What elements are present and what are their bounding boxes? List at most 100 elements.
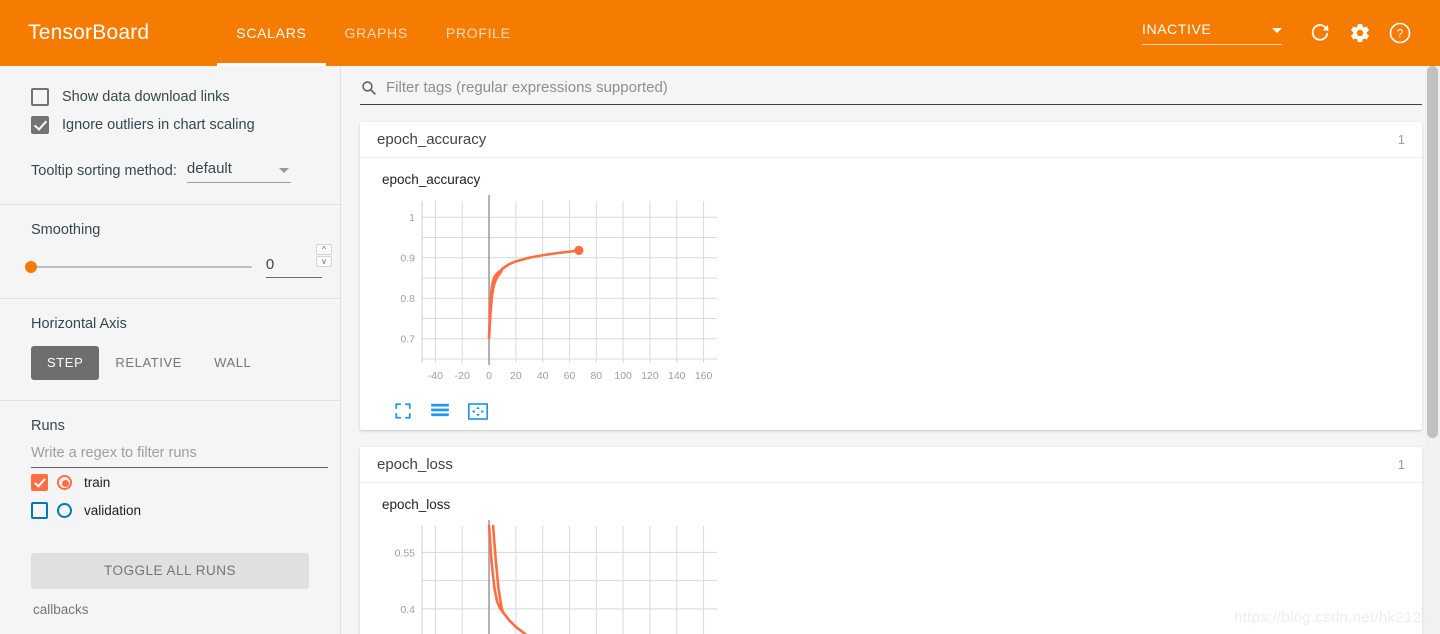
run-checkbox-unchecked-icon[interactable] [31, 501, 48, 519]
stepper-down-icon[interactable]: v [316, 256, 332, 267]
expand-chart-icon[interactable] [394, 402, 412, 420]
runs-filter-input[interactable]: Write a regex to filter runs [31, 444, 328, 468]
svg-text:160: 160 [695, 370, 713, 382]
stepper-up-icon[interactable]: ^ [316, 244, 332, 255]
runs-filter-placeholder: Write a regex to filter runs [31, 445, 197, 461]
card-body-epoch-accuracy: epoch_accuracy 0.7 0.8 0.9 1 -40 -20 0 20 40 60 80… [360, 158, 1422, 430]
display-options-group: Show data download links Ignore outliers… [0, 83, 340, 183]
run-label: validation [84, 502, 142, 518]
app-brand-title: TensorBoard [28, 21, 150, 44]
quantity-stepper: ^ v [316, 244, 332, 267]
toggle-all-runs-button[interactable]: TOGGLE ALL RUNS [31, 553, 309, 589]
checkbox-label: Show data download links [62, 89, 230, 105]
smoothing-group: Smoothing 0 ^ v [0, 205, 340, 278]
main-content: Filter tags (regular expressions support… [342, 66, 1440, 634]
run-color-dot-icon [57, 502, 72, 518]
gear-icon [1349, 22, 1371, 44]
runs-group: Runs Write a regex to filter runs train … [0, 401, 340, 617]
settings-button[interactable] [1340, 13, 1380, 53]
reload-status-value: INACTIVE [1142, 21, 1212, 37]
smoothing-slider-knob[interactable] [25, 261, 37, 273]
run-item-train[interactable]: train [31, 468, 322, 496]
tab-graphs[interactable]: GRAPHS [326, 0, 427, 66]
help-button[interactable]: ? [1380, 13, 1420, 53]
left-sidebar: Show data download links Ignore outliers… [0, 66, 341, 634]
smoothing-slider[interactable] [25, 261, 252, 273]
fit-domain-icon[interactable] [468, 402, 488, 420]
axis-option-step[interactable]: STEP [31, 346, 100, 380]
card-count-badge: 1 [1397, 457, 1405, 472]
scrollbar-thumb[interactable] [1427, 66, 1438, 438]
tooltip-sorting-label: Tooltip sorting method: [31, 163, 177, 179]
checkbox-show-data-download-links[interactable]: Show data download links [31, 83, 322, 111]
card-header-epoch-accuracy[interactable]: epoch_accuracy 1 [360, 122, 1422, 158]
runs-footer-label: callbacks [33, 602, 89, 617]
svg-text:?: ? [1397, 29, 1403, 41]
chart-title: epoch_loss [382, 497, 451, 512]
svg-text:120: 120 [641, 370, 659, 382]
svg-text:-40: -40 [428, 370, 443, 382]
card-body-epoch-loss: epoch_loss 0.250.40.55 [360, 483, 1422, 634]
smoothing-value: 0 [265, 256, 275, 273]
line-chart-epoch-accuracy[interactable]: 0.7 0.8 0.9 1 -40 -20 0 20 40 60 80 100 120 140 160 [380, 191, 720, 391]
checkbox-box-unchecked-icon [31, 88, 49, 106]
card-title: epoch_accuracy [377, 131, 487, 148]
svg-text:20: 20 [510, 370, 522, 382]
svg-text:80: 80 [590, 370, 602, 382]
tab-scalars[interactable]: SCALARS [217, 0, 326, 66]
refresh-button[interactable] [1300, 13, 1340, 53]
svg-text:0.55: 0.55 [395, 547, 416, 559]
help-icon: ? [1388, 21, 1412, 45]
chart-title: epoch_accuracy [382, 172, 481, 187]
tag-filter-placeholder: Filter tags (regular expressions support… [386, 79, 668, 96]
svg-text:40: 40 [537, 370, 549, 382]
axis-option-relative[interactable]: RELATIVE [99, 346, 198, 380]
chevron-down-icon [1272, 28, 1282, 33]
runs-title: Runs [31, 418, 65, 434]
svg-text:100: 100 [614, 370, 632, 382]
run-color-dot-icon [57, 474, 72, 490]
card-count-badge: 1 [1397, 132, 1405, 147]
card-epoch-accuracy: epoch_accuracy 1 epoch_accuracy 0.7 0.8 0.… [360, 122, 1422, 430]
tooltip-sorting-select[interactable]: default [186, 160, 291, 183]
smoothing-row: 0 ^ v [25, 244, 332, 278]
svg-text:0.9: 0.9 [400, 253, 415, 265]
tag-filter-bar[interactable]: Filter tags (regular expressions support… [360, 79, 1422, 105]
reload-status-select[interactable]: INACTIVE [1142, 21, 1282, 45]
line-chart-epoch-loss[interactable]: 0.250.40.55 [380, 516, 720, 634]
toggle-series-icon[interactable] [430, 403, 450, 419]
tab-profile[interactable]: PROFILE [427, 0, 530, 66]
checkbox-ignore-outliers[interactable]: Ignore outliers in chart scaling [31, 111, 322, 139]
svg-text:0: 0 [486, 370, 492, 382]
run-label: train [84, 474, 111, 490]
tooltip-sorting-row: Tooltip sorting method: default [31, 160, 322, 183]
svg-text:-20: -20 [455, 370, 470, 382]
smoothing-number-field[interactable]: 0 ^ v [265, 244, 332, 278]
chart-toolbar-epoch-accuracy [380, 396, 1422, 430]
card-title: epoch_loss [377, 456, 453, 473]
svg-text:0.8: 0.8 [400, 293, 415, 305]
svg-text:0.4: 0.4 [400, 604, 415, 616]
tooltip-sorting-value: default [186, 160, 232, 177]
header-actions: INACTIVE ? [1142, 0, 1440, 66]
top-app-bar: TensorBoard SCALARS GRAPHS PROFILE INACT… [0, 0, 1440, 66]
checkbox-box-checked-icon [31, 116, 49, 134]
smoothing-title: Smoothing [31, 222, 101, 238]
svg-text:140: 140 [668, 370, 686, 382]
axis-option-wall[interactable]: WALL [198, 346, 267, 380]
svg-text:0.7: 0.7 [400, 334, 415, 346]
horizontal-axis-buttons: STEP RELATIVE WALL [31, 346, 322, 380]
search-icon [360, 79, 377, 96]
checkbox-label: Ignore outliers in chart scaling [62, 117, 255, 133]
page-scrollbar[interactable] [1425, 66, 1440, 634]
chevron-down-icon [278, 168, 289, 173]
card-header-epoch-loss[interactable]: epoch_loss 1 [360, 447, 1422, 483]
refresh-icon [1309, 22, 1331, 44]
horizontal-axis-group: Horizontal Axis STEP RELATIVE WALL [0, 299, 340, 380]
run-checkbox-checked-icon[interactable] [31, 473, 48, 491]
horizontal-axis-title: Horizontal Axis [31, 316, 127, 332]
svg-text:1: 1 [409, 212, 415, 224]
main-tabs: SCALARS GRAPHS PROFILE [217, 0, 529, 66]
run-item-validation[interactable]: validation [31, 496, 322, 524]
card-epoch-loss: epoch_loss 1 epoch_loss 0.250.40.55 [360, 447, 1422, 634]
